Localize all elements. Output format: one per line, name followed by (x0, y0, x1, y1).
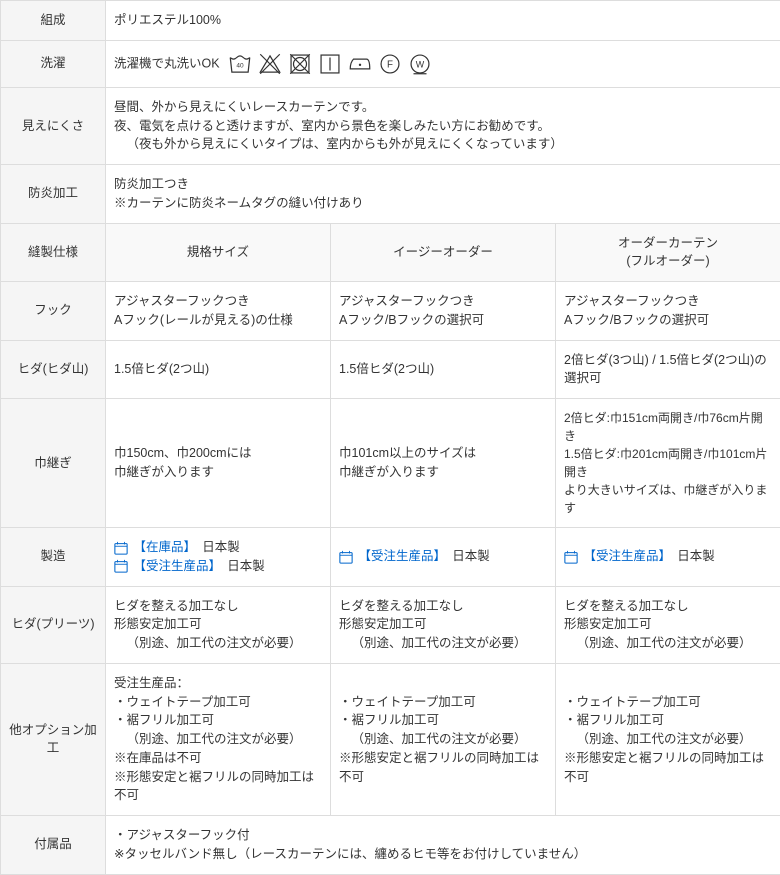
pleatmt-easy: 1.5倍ヒダ(2つ山) (331, 340, 556, 399)
opt-standard: 受注生産品： ・ウェイトテープ加工可 ・裾フリル加工可 （別途、加工代の注文が必… (106, 663, 331, 815)
pleatmt-full: 2倍ヒダ(3つ山) / 1.5倍ヒダ(2つ山)の選択可 (556, 340, 780, 399)
vis-l2: 夜、電気を点けると透けますが、室内から景色を楽しみたい方にお勧めです。 (114, 119, 550, 133)
vis-l1: 昼間、外から見えにくいレースカーテンです。 (114, 100, 374, 114)
spec-table: 組成 ポリエステル100% 洗濯 洗濯機で丸洗いOK 40 F W 見えにくさ … (0, 0, 780, 875)
washing-text: 洗濯機で丸洗いOK (114, 56, 220, 70)
label-accessories: 付属品 (1, 816, 106, 875)
label-options: 他オプション加工 (1, 663, 106, 815)
calendar-icon (114, 559, 128, 573)
value-washing: 洗濯機で丸洗いOK 40 F W (106, 40, 780, 87)
calendar-icon (114, 541, 128, 555)
value-fire: 防炎加工つき ※カーテンに防炎ネームタグの縫い付けあり (106, 165, 780, 224)
fire-l1: 防炎加工つき (114, 177, 189, 191)
svg-text:40: 40 (236, 62, 244, 69)
value-accessories: ・アジャスターフック付 ※タッセルバンド無し（レースカーテンには、纏めるヒモ等を… (106, 816, 780, 875)
stock-label: 【在庫品】 (133, 540, 189, 554)
label-visibility: 見えにくさ (1, 87, 106, 164)
mfg-easy: 【受注生産品】 日本製 (331, 528, 556, 587)
care-icons: 40 F W (227, 51, 433, 77)
calendar-icon (339, 550, 353, 564)
wj-full: 2倍ヒダ:巾151cm両開き/巾76cm片開き 1.5倍ヒダ:巾201cm両開き… (556, 399, 780, 528)
col-easy: イージーオーダー (331, 223, 556, 282)
dryclean-f-icon: F (377, 51, 403, 77)
value-composition: ポリエステル100% (106, 1, 780, 41)
value-visibility: 昼間、外から見えにくいレースカーテンです。 夜、電気を点けると透けますが、室内か… (106, 87, 780, 164)
label-manufacture: 製造 (1, 528, 106, 587)
label-fire: 防炎加工 (1, 165, 106, 224)
hook-easy: アジャスターフックつき Aフック/Bフックの選択可 (331, 282, 556, 341)
label-hook: フック (1, 282, 106, 341)
label-sewing: 縫製仕様 (1, 223, 106, 282)
pleatmt-standard: 1.5倍ヒダ(2つ山) (106, 340, 331, 399)
mfg-standard: 【在庫品】 日本製 【受注生産品】 日本製 (106, 528, 331, 587)
wj-standard: 巾150cm、巾200cmには 巾継ぎが入ります (106, 399, 331, 528)
pc-easy: ヒダを整える加工なし 形態安定加工可 （別途、加工代の注文が必要） (331, 586, 556, 663)
col-full-l2: (フルオーダー) (626, 254, 709, 268)
col-full-l1: オーダーカーテン (618, 236, 718, 250)
opt-easy: ・ウェイトテープ加工可 ・裾フリル加工可 （別途、加工代の注文が必要） ※形態安… (331, 663, 556, 815)
vis-l3: （夜も外から見えにくいタイプは、室内からも外が見えにくくなっています） (114, 135, 772, 154)
wash-40-icon: 40 (227, 51, 253, 77)
label-pleat-crease: ヒダ(プリーツ) (1, 586, 106, 663)
opt-full: ・ウェイトテープ加工可 ・裾フリル加工可 （別途、加工代の注文が必要） ※形態安… (556, 663, 780, 815)
pc-full: ヒダを整える加工なし 形態安定加工可 （別途、加工代の注文が必要） (556, 586, 780, 663)
col-full: オーダーカーテン (フルオーダー) (556, 223, 780, 282)
hook-full: アジャスターフックつき Aフック/Bフックの選択可 (556, 282, 780, 341)
wetclean-w-icon: W (407, 51, 433, 77)
dry-shade-icon (317, 51, 343, 77)
calendar-icon (564, 550, 578, 564)
label-washing: 洗濯 (1, 40, 106, 87)
col-standard: 規格サイズ (106, 223, 331, 282)
pc-standard: ヒダを整える加工なし 形態安定加工可 （別途、加工代の注文が必要） (106, 586, 331, 663)
label-width-join: 巾継ぎ (1, 399, 106, 528)
mfg-full: 【受注生産品】 日本製 (556, 528, 780, 587)
hook-standard: アジャスターフックつき Aフック(レールが見える)の仕様 (106, 282, 331, 341)
fire-l2: ※カーテンに防炎ネームタグの縫い付けあり (114, 196, 364, 210)
no-tumble-icon (287, 51, 313, 77)
wj-easy: 巾101cm以上のサイズは 巾継ぎが入ります (331, 399, 556, 528)
mto-label: 【受注生産品】 (133, 559, 214, 573)
iron-low-icon (347, 51, 373, 77)
svg-text:W: W (416, 59, 425, 69)
label-composition: 組成 (1, 1, 106, 41)
no-bleach-icon (257, 51, 283, 77)
label-pleat-mt: ヒダ(ヒダ山) (1, 340, 106, 399)
svg-text:F: F (387, 59, 393, 70)
